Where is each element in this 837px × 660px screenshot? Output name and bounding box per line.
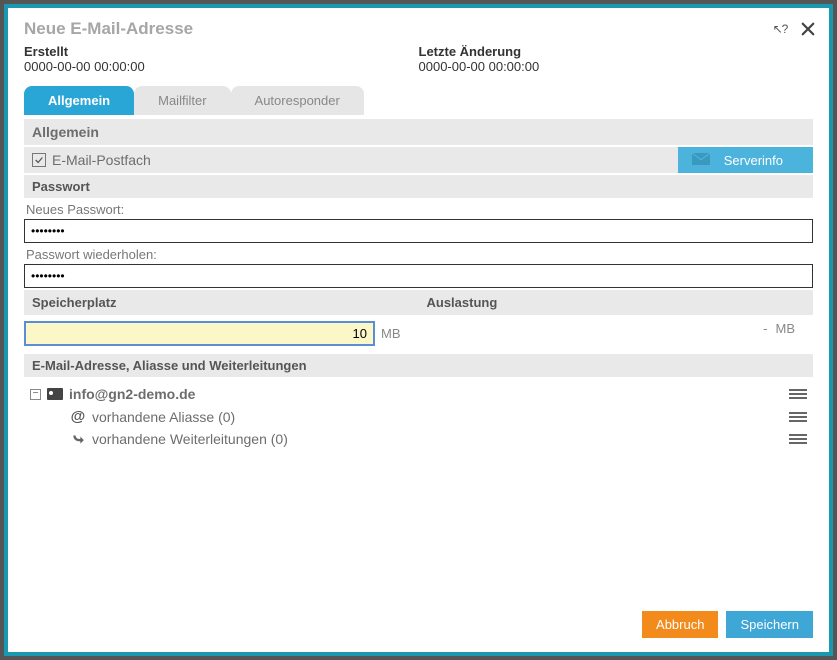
tree-forwards-row: vorhandene Weiterleitungen (0): [26, 428, 811, 450]
serverinfo-button[interactable]: Serverinfo: [678, 147, 813, 173]
tree-email-menu[interactable]: [789, 386, 807, 402]
dialog: Neue E-Mail-Adresse ↖? Erstellt 0000-00-…: [4, 4, 833, 656]
mailbox-checkbox[interactable]: [32, 153, 46, 167]
forward-icon: [70, 432, 86, 446]
tab-autoresponder[interactable]: Autoresponder: [231, 86, 364, 115]
tree-email-row: − info@gn2-demo.de: [26, 383, 811, 405]
serverinfo-label: Serverinfo: [724, 153, 783, 168]
contact-icon: [47, 388, 63, 400]
at-icon: @: [70, 408, 86, 425]
storage-input[interactable]: [24, 321, 375, 346]
usage-header: Auslastung: [419, 290, 814, 315]
close-icon: [799, 20, 817, 38]
password-header: Passwort: [24, 175, 813, 198]
storage-unit: MB: [381, 326, 411, 341]
usage-unit: MB: [776, 321, 806, 336]
new-password-input[interactable]: [24, 219, 813, 243]
meta-row: Erstellt 0000-00-00 00:00:00 Letzte Ände…: [8, 44, 829, 80]
tree-forwards-label: vorhandene Weiterleitungen (0): [92, 431, 783, 447]
tab-general[interactable]: Allgemein: [24, 86, 134, 115]
tree-expander[interactable]: −: [30, 389, 41, 400]
tree-aliases-row: @ vorhandene Aliasse (0): [26, 405, 811, 428]
repeat-password-input[interactable]: [24, 264, 813, 288]
usage-value: -: [763, 321, 767, 336]
tree-forwards-menu[interactable]: [789, 431, 807, 447]
created-value: 0000-00-00 00:00:00: [24, 59, 419, 74]
help-button[interactable]: ↖?: [769, 18, 791, 40]
titlebar: Neue E-Mail-Adresse ↖?: [8, 8, 829, 44]
tab-row: Allgemein Mailfilter Autoresponder: [8, 80, 829, 115]
mailbox-label: E-Mail-Postfach: [52, 152, 151, 168]
tree-aliases-label: vorhandene Aliasse (0): [92, 409, 783, 425]
mail-icon: [692, 153, 710, 168]
modified-value: 0000-00-00 00:00:00: [419, 59, 814, 74]
content-area: Allgemein E-Mail-Postfach Serverinfo Pas…: [8, 115, 829, 601]
repeat-password-label: Passwort wiederholen:: [24, 243, 813, 264]
footer: Abbruch Speichern: [8, 601, 829, 652]
mailbox-row: E-Mail-Postfach Serverinfo: [24, 147, 813, 173]
help-icon: ↖?: [773, 22, 788, 36]
modified-label: Letzte Änderung: [419, 44, 814, 59]
cancel-button[interactable]: Abbruch: [642, 611, 718, 638]
general-header: Allgemein: [24, 119, 813, 145]
tree: − info@gn2-demo.de @ vorhandene Aliasse …: [24, 377, 813, 456]
created-label: Erstellt: [24, 44, 419, 59]
tree-aliases-menu[interactable]: [789, 409, 807, 425]
tree-email-label: info@gn2-demo.de: [69, 386, 783, 402]
close-button[interactable]: [797, 18, 819, 40]
save-button[interactable]: Speichern: [726, 611, 813, 638]
new-password-label: Neues Passwort:: [24, 198, 813, 219]
check-icon: [34, 155, 44, 165]
storage-header: Speicherplatz: [24, 290, 419, 315]
dialog-title: Neue E-Mail-Adresse: [24, 19, 763, 39]
tab-mailfilter[interactable]: Mailfilter: [134, 86, 230, 115]
aliases-header: E-Mail-Adresse, Aliasse und Weiterleitun…: [24, 354, 813, 377]
